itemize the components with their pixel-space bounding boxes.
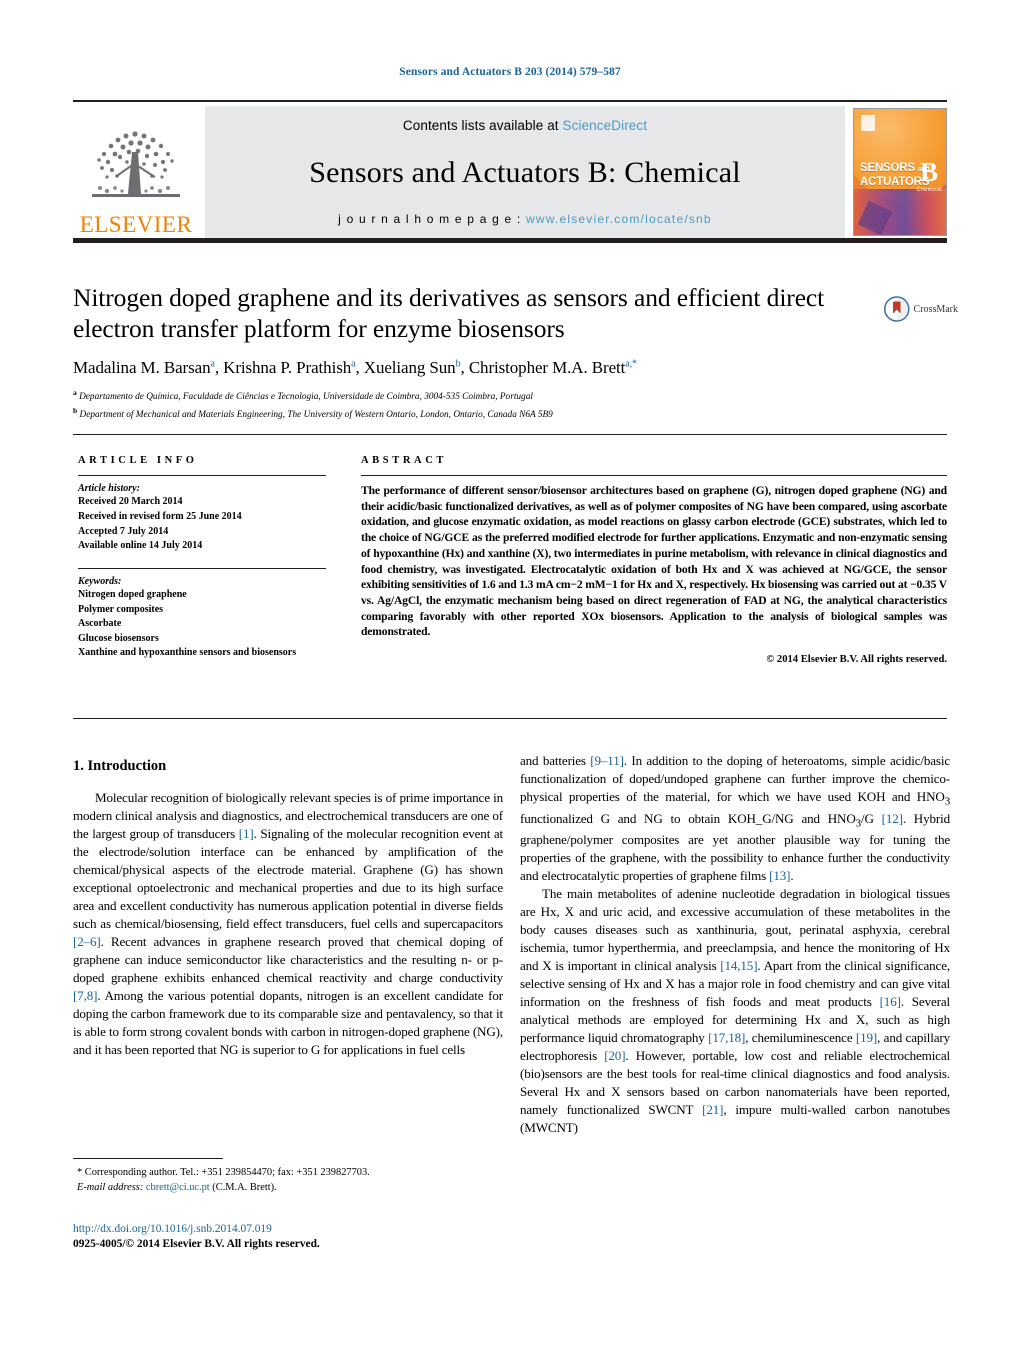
journal-title: Sensors and Actuators B: Chemical [309,156,741,189]
article-info-heading: ARTICLE INFO [78,455,198,466]
keywords-label: Keywords: [78,576,122,588]
affiliation-line: a Departamento de Química, Faculdade de … [73,388,873,405]
affiliation-marker: a [73,388,77,398]
author-name: Madalina M. Barsan [73,358,211,378]
citation-reference[interactable]: [7,8] [73,988,97,1003]
section-heading-introduction: 1. Introduction [73,758,167,774]
journal-cover-thumbnail: SENSORS and ACTUATORS B Chemical [853,108,947,236]
affiliation-text: Department of Mechanical and Materials E… [79,409,553,420]
article-history-item: Received 20 March 2014 [78,496,183,507]
citation-reference[interactable]: [20] [604,1048,625,1063]
citation-reference[interactable]: [13] [769,868,790,883]
citation-reference[interactable]: [14,15] [720,958,757,973]
elsevier-tree-icon [92,131,180,197]
contents-list-line: Contents lists available at ScienceDirec… [403,118,647,133]
journal-homepage-line: j o u r n a l h o m e p a g e : www.else… [338,212,712,226]
body-paragraph: The main metabolites of adenine nucleoti… [520,886,951,1136]
author-name: Christopher M.A. Brett [468,358,626,378]
body-column-left: 1. Introduction Molecular recognition of… [73,758,503,1059]
author-list: Madalina M. Barsana, Krishna P. Prathish… [73,358,637,378]
abstract-heading: ABSTRACT [361,455,447,466]
divider [78,475,326,476]
author-affil-marker[interactable]: a,* [625,359,637,370]
keyword-item: Ascorbate [78,618,122,630]
journal-article-page: Sensors and Actuators B 203 (2014) 579–5… [0,0,1020,1351]
copyright-line: © 2014 Elsevier B.V. All rights reserved… [766,654,947,666]
affiliation-line: b Department of Mechanical and Materials… [73,406,873,423]
divider [78,568,326,570]
doi-block: http://dx.doi.org/10.1016/j.snb.2014.07.… [73,1222,503,1253]
citation-reference[interactable]: [21] [702,1102,723,1117]
crossmark-label: CrossMark [913,303,958,315]
cover-letter-b: B [919,157,938,187]
elsevier-logo: ELSEVIER [73,106,199,238]
cover-line-1: SENSORS [860,162,915,174]
corresponding-author-line: * Corresponding author. Tel.: +351 23985… [77,1167,370,1178]
author-affil-marker[interactable]: a [351,359,355,370]
running-head: Sensors and Actuators B 203 (2014) 579–5… [399,66,621,78]
body-paragraph: and batteries [9–11]. In addition to the… [520,753,950,884]
page-title: Nitrogen doped graphene and its derivati… [73,283,825,344]
cover-subtitle: Chemical [916,187,942,193]
contents-prefix: Contents lists available at [402,118,563,133]
keyword-item: Glucose biosensors [78,632,159,644]
citation-reference[interactable]: [1] [239,826,254,841]
email-line: E-mail address: cbrett@ci.uc.pt (C.M.A. … [73,1181,503,1196]
citation-reference[interactable]: [19] [856,1030,877,1045]
email-link[interactable]: cbrett@ci.uc.pt [146,1182,210,1193]
author-name: Krishna P. Prathish [223,358,352,378]
homepage-label: j o u r n a l h o m e p a g e : [338,212,526,226]
author-affil-marker[interactable]: a [210,359,214,370]
abstract-text: The performance of different sensor/bios… [361,484,947,639]
article-info-column: ARTICLE INFO Article history: Received 2… [78,455,326,661]
abstract-top-rule [73,434,947,435]
elsevier-wordmark: ELSEVIER [79,212,193,237]
article-history-item: Accepted 7 July 2014 [78,525,169,537]
issn-copyright-line: 0925-4005/© 2014 Elsevier B.V. All right… [73,1238,320,1251]
citation-reference[interactable]: [12] [882,811,903,826]
citation-reference[interactable]: [2–6] [73,934,101,949]
email-label: E-mail address: [77,1181,144,1193]
divider [361,475,947,476]
masthead-center-panel: Contents lists available at ScienceDirec… [205,106,845,238]
doi-link[interactable]: http://dx.doi.org/10.1016/j.snb.2014.07.… [73,1222,503,1237]
cover-bottom-artwork [854,189,946,235]
sciencedirect-link[interactable]: ScienceDirect [563,118,648,133]
citation-reference[interactable]: [16] [880,994,901,1009]
article-history-item: Available online 14 July 2014 [78,540,203,552]
keyword-item: Nitrogen doped graphene [78,589,187,601]
journal-masthead: ELSEVIER Contents lists available at Sci… [73,100,947,238]
keyword-item: Polymer composites [78,603,164,615]
article-history-label: Article history: [78,483,140,494]
crossmark-icon [884,296,910,322]
masthead-bottom-rule [73,238,947,243]
affiliation-text: Departamento de Química, Faculdade de Ci… [79,392,533,403]
corresponding-author-footnote: * Corresponding author. Tel.: +351 23985… [73,1158,503,1196]
body-paragraph: Molecular recognition of biologically re… [73,790,503,1057]
author-name: Xueliang Sun [363,358,456,378]
crossmark-badge[interactable]: CrossMark [884,288,958,330]
body-column-right: and batteries [9–11]. In addition to the… [520,752,950,1137]
author-affil-marker[interactable]: b [456,359,461,370]
email-suffix: (C.M.A. Brett). [209,1181,277,1193]
footnote-rule [73,1158,223,1159]
homepage-url-link[interactable]: www.elsevier.com/locate/snb [526,212,712,226]
title-block: Nitrogen doped graphene and its derivati… [73,282,873,422]
abstract-bottom-rule [73,718,947,719]
article-history-item: Received in revised form 25 June 2014 [78,510,242,522]
citation-reference[interactable]: [9–11] [590,753,624,768]
keyword-item: Xanthine and hypoxanthine sensors and bi… [78,647,297,659]
cover-elsevier-mark [861,115,875,131]
abstract-column: ABSTRACT The performance of different se… [361,455,947,665]
citation-reference[interactable]: [17,18] [708,1030,745,1045]
affiliation-marker: b [73,405,78,415]
